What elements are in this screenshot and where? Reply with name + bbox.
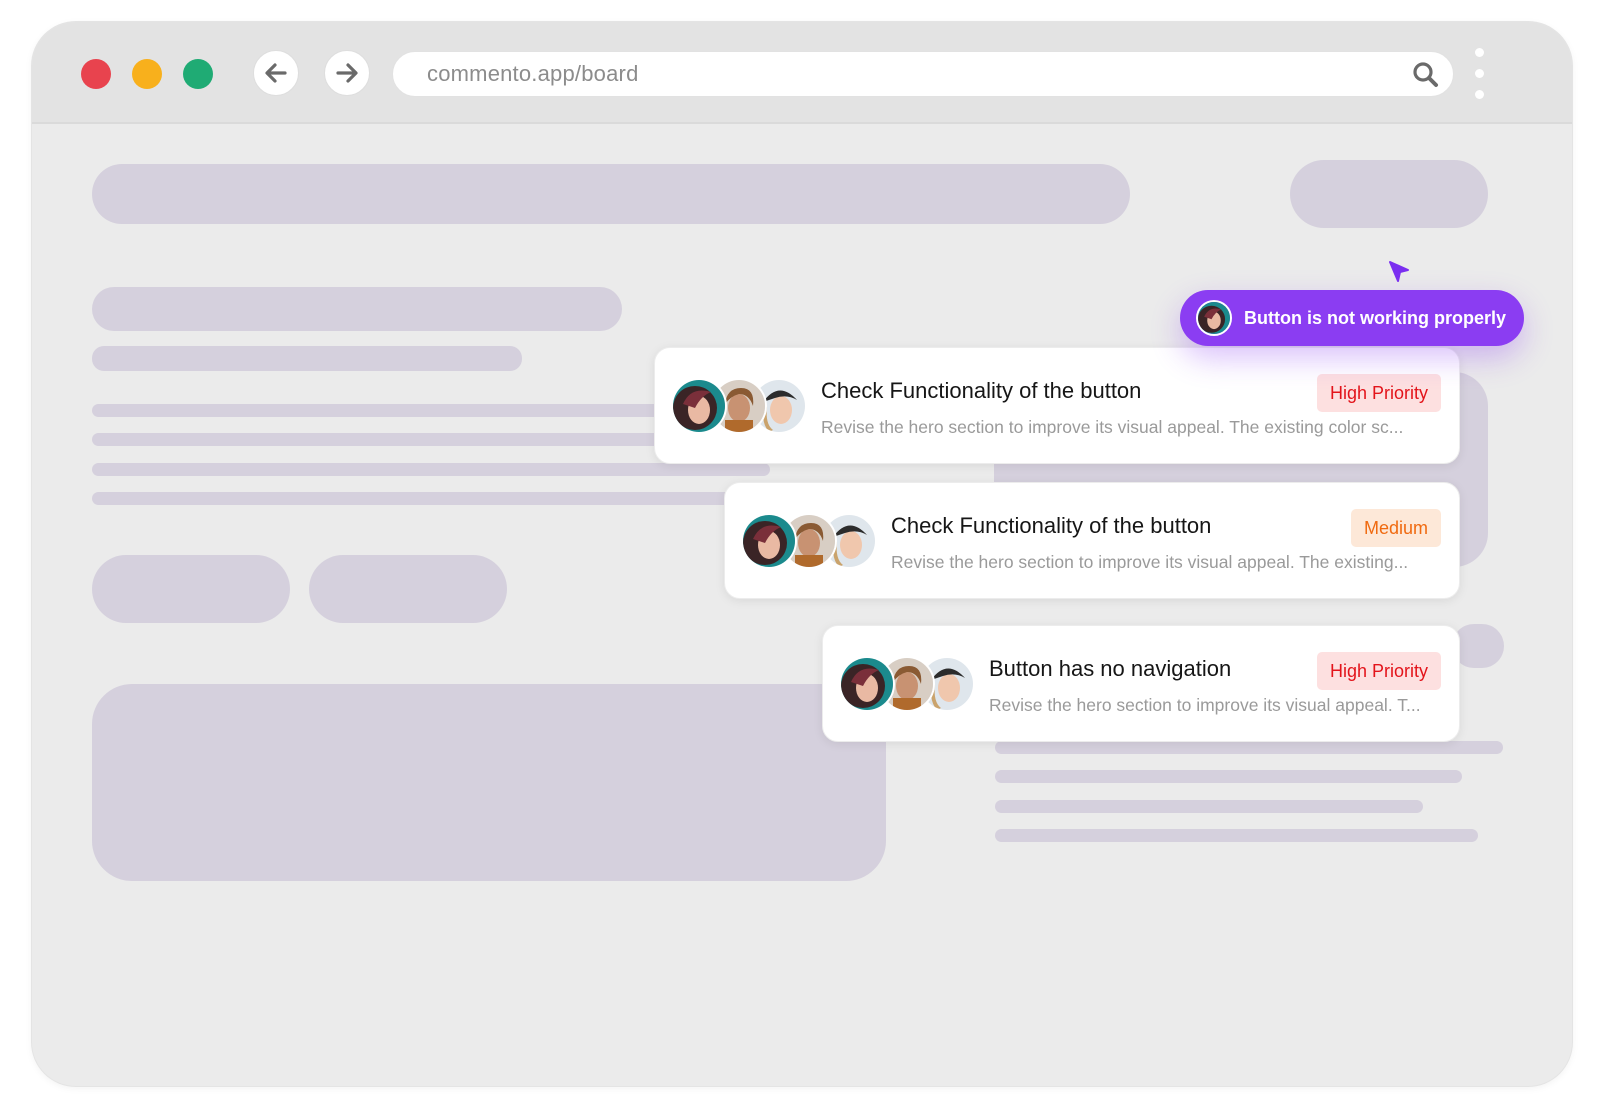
assignee-avatars [741, 513, 877, 569]
avatar [671, 378, 727, 434]
side-text-line-skeleton [995, 829, 1478, 842]
comment-tooltip[interactable]: Button is not working properly [1180, 290, 1524, 346]
card-title: Check Functionality of the button [821, 378, 1142, 403]
card-title: Button has no navigation [989, 656, 1232, 681]
action-button-skeleton[interactable] [1290, 160, 1488, 228]
priority-badge: Medium [1350, 509, 1441, 547]
arrow-right-icon [336, 63, 358, 83]
avatar [1196, 300, 1232, 336]
more-options-icon[interactable] [1472, 48, 1486, 100]
header-skeleton [92, 164, 1130, 224]
side-text-line-skeleton [995, 770, 1462, 783]
back-button[interactable] [253, 50, 299, 96]
assignee-avatars [671, 378, 807, 434]
card-description: Revise the hero section to improve its v… [891, 552, 1409, 572]
heading-skeleton [92, 287, 622, 331]
text-line-skeleton [92, 404, 712, 417]
text-line-skeleton [92, 463, 770, 476]
search-icon[interactable] [1409, 58, 1443, 98]
comment-card[interactable]: Check Functionality of the button Revise… [654, 347, 1460, 464]
priority-badge: High Priority [1316, 652, 1441, 690]
side-text-line-skeleton [995, 800, 1423, 813]
button-skeleton[interactable] [309, 555, 507, 623]
tooltip-text: Button is not working properly [1244, 308, 1506, 328]
text-line-skeleton [92, 433, 712, 446]
side-text-line-skeleton [995, 741, 1503, 754]
maximize-window-button[interactable] [183, 59, 213, 89]
url-text: commento.app/board [427, 61, 639, 86]
card-title: Check Functionality of the button [891, 513, 1212, 538]
subheading-skeleton [92, 346, 522, 371]
minimize-window-button[interactable] [132, 59, 162, 89]
forward-button[interactable] [324, 50, 370, 96]
avatar [839, 656, 895, 712]
card-description: Revise the hero section to improve its v… [821, 417, 1404, 437]
cursor-pointer-icon [1388, 260, 1414, 291]
browser-window: commento.app/board Check Functionality o… [32, 22, 1572, 1086]
image-skeleton [92, 684, 886, 881]
button-skeleton[interactable] [92, 555, 290, 623]
arrow-left-icon [265, 63, 287, 83]
priority-badge: High Priority [1316, 374, 1441, 412]
text-line-skeleton [92, 492, 732, 505]
comment-card[interactable]: Button has no navigation Revise the hero… [822, 625, 1460, 742]
avatar [741, 513, 797, 569]
assignee-avatars [839, 656, 975, 712]
browser-titlebar: commento.app/board [32, 22, 1572, 124]
address-bar[interactable]: commento.app/board [392, 51, 1454, 97]
comment-card[interactable]: Check Functionality of the button Revise… [724, 482, 1460, 599]
close-window-button[interactable] [81, 59, 111, 89]
card-description: Revise the hero section to improve its v… [989, 695, 1421, 715]
